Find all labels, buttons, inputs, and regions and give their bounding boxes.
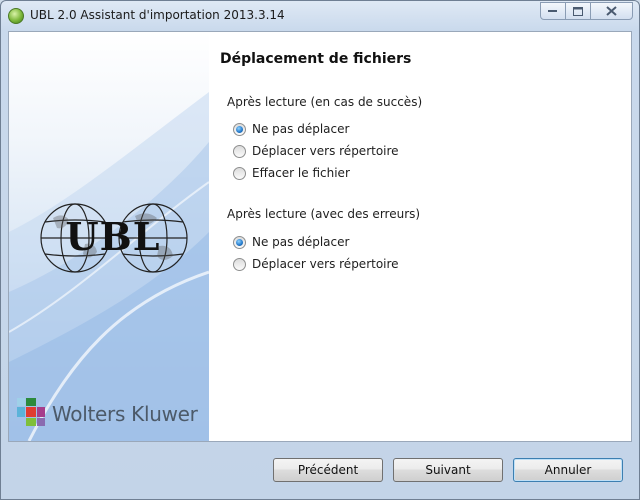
previous-button[interactable]: Précédent xyxy=(273,458,383,482)
radio-label: Effacer le fichier xyxy=(252,166,350,180)
radio-circle xyxy=(233,144,246,158)
caption-buttons xyxy=(540,2,633,21)
close-button[interactable] xyxy=(590,2,633,20)
window-title: UBL 2.0 Assistant d'importation 2013.3.1… xyxy=(30,8,285,22)
next-button[interactable]: Suivant xyxy=(393,458,503,482)
success-radio-no-move[interactable]: Ne pas déplacer xyxy=(233,121,349,137)
close-icon xyxy=(606,6,617,16)
brand-name: Wolters Kluwer xyxy=(52,402,198,426)
minimize-button[interactable] xyxy=(540,2,566,20)
maximize-button[interactable] xyxy=(565,2,591,20)
radio-circle xyxy=(233,257,246,271)
title-bar[interactable]: UBL 2.0 Assistant d'importation 2013.3.1… xyxy=(1,1,639,31)
success-radio-move-dir[interactable]: Déplacer vers répertoire xyxy=(233,143,399,159)
success-radio-delete-file[interactable]: Effacer le fichier xyxy=(233,165,350,181)
maximize-icon xyxy=(573,6,583,16)
errors-group-label: Après lecture (avec des erreurs) xyxy=(227,207,421,221)
radio-label: Ne pas déplacer xyxy=(252,235,350,249)
errors-radio-no-move[interactable]: Ne pas déplacer xyxy=(233,234,349,250)
page-title: Déplacement de fichiers xyxy=(220,51,412,67)
sidebar-banner: UBL Wolters Kluwer xyxy=(9,32,209,441)
ubl-logo-text: UBL xyxy=(65,214,161,259)
radio-label: Déplacer vers répertoire xyxy=(252,257,399,271)
radio-label: Déplacer vers répertoire xyxy=(252,144,399,158)
wizard-page: Déplacement de fichiers Après lecture (e… xyxy=(209,32,631,441)
wolters-kluwer-logo-icon xyxy=(17,398,45,426)
radio-circle xyxy=(233,122,246,136)
cancel-button[interactable]: Annuler xyxy=(513,458,623,482)
wizard-window: UBL 2.0 Assistant d'importation 2013.3.1… xyxy=(0,0,640,500)
success-group-label: Après lecture (en cas de succès) xyxy=(227,95,423,109)
app-icon[interactable] xyxy=(8,8,24,24)
radio-circle xyxy=(233,235,246,249)
minimize-icon xyxy=(548,10,557,12)
wizard-content: UBL Wolters Kluwer Déplacement de fichie… xyxy=(8,31,632,442)
radio-circle xyxy=(233,166,246,180)
radio-label: Ne pas déplacer xyxy=(252,122,350,136)
errors-radio-move-dir[interactable]: Déplacer vers répertoire xyxy=(233,256,399,272)
